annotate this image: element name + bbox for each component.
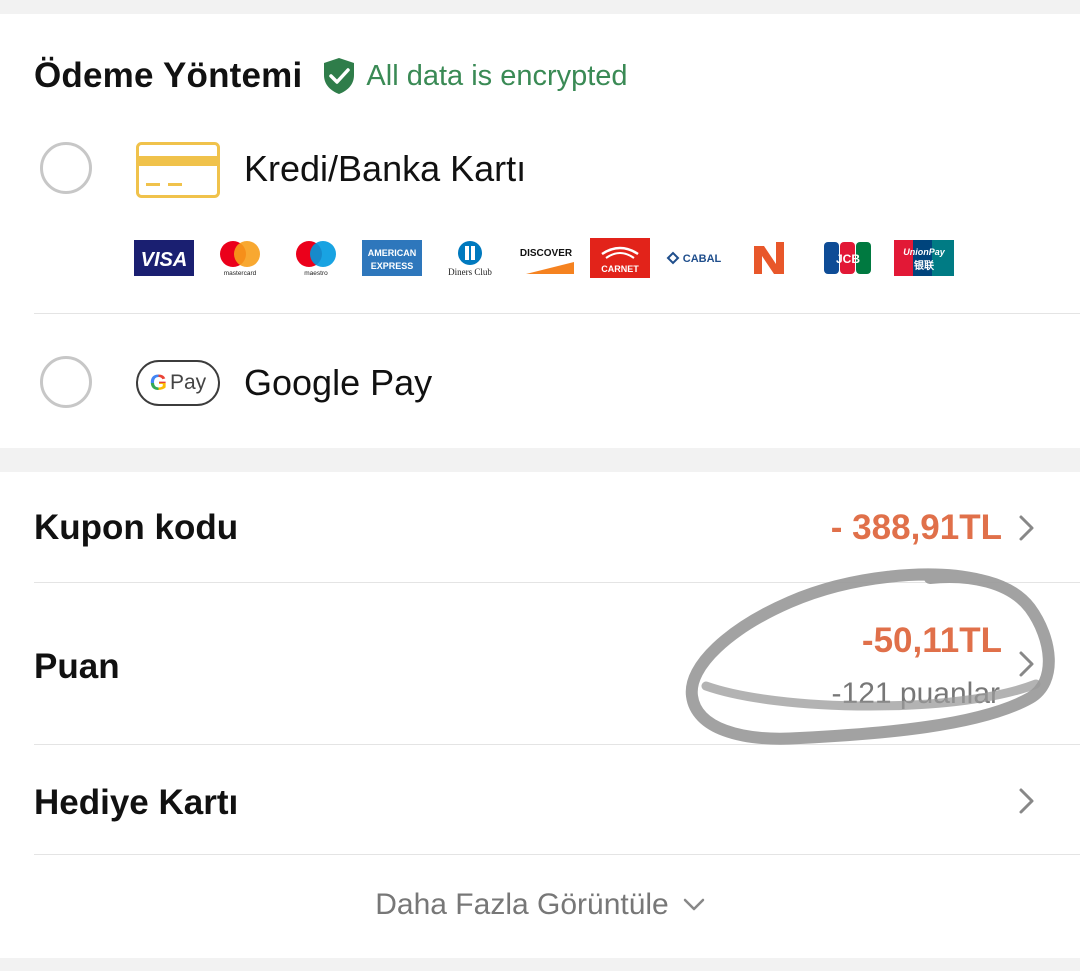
svg-text:银联: 银联 — [914, 259, 934, 272]
coupon-label: Kupon kodu — [34, 508, 239, 547]
points-row[interactable]: Puan -50,11TL -121 puanlar — [0, 583, 1080, 744]
shield-check-icon — [324, 58, 355, 94]
payment-title: Ödeme Yöntemi — [34, 56, 303, 95]
gift-card-row[interactable]: Hediye Kartı — [0, 745, 1080, 855]
mastercard-logo: mastercard — [220, 241, 260, 277]
points-value: -50,11TL — [861, 621, 1002, 660]
coupon-row[interactable]: Kupon kodu - 388,91TL — [0, 472, 1080, 582]
unionpay-logo: UnionPay 银联 — [894, 240, 954, 276]
svg-text:AMERICAN: AMERICAN — [368, 248, 417, 258]
chevron-down-icon — [683, 898, 704, 911]
google-pay-icon: G Pay — [136, 360, 220, 406]
method-label-google-pay[interactable]: Google Pay — [244, 362, 432, 404]
radio-google-pay[interactable] — [40, 356, 92, 408]
discover-logo: DISCOVER — [520, 248, 574, 274]
radio-credit-card[interactable] — [40, 142, 92, 194]
carnet-logo: CARNET — [590, 238, 650, 278]
google-pay-badge-text: Pay — [169, 371, 207, 394]
gift-card-label: Hediye Kartı — [34, 783, 239, 822]
payment-divider — [34, 313, 1080, 314]
chevron-right-icon — [1019, 651, 1034, 677]
mastercard-text: mastercard — [224, 270, 257, 277]
discover-text: DISCOVER — [520, 248, 573, 259]
gift-card-divider — [34, 854, 1080, 855]
diners-text: Diners Club — [448, 267, 492, 277]
visa-logo: VISA — [134, 240, 194, 276]
points-label: Puan — [34, 647, 120, 686]
american-express-logo: AMERICAN EXPRESS — [362, 240, 422, 276]
show-more-button[interactable]: Daha Fazla Görüntüle — [0, 888, 1080, 922]
svg-text:UnionPay: UnionPay — [903, 247, 946, 257]
show-more-label: Daha Fazla Görüntüle — [375, 888, 669, 921]
method-label-credit-card[interactable]: Kredi/Banka Kartı — [244, 148, 526, 190]
credit-card-icon — [136, 142, 220, 198]
svg-text:EXPRESS: EXPRESS — [371, 261, 414, 271]
naranja-logo — [754, 242, 784, 274]
jcb-text: JCB — [836, 252, 860, 266]
visa-text: VISA — [141, 249, 188, 271]
maestro-text: maestro — [304, 270, 328, 277]
diners-club-logo: Diners Club — [448, 241, 492, 277]
card-brand-logos: VISA mastercard maestro AMERICAN EXPRESS… — [134, 230, 974, 286]
points-sub: -121 puanlar — [831, 677, 1000, 710]
chevron-right-icon — [1019, 788, 1034, 814]
payment-header: Ödeme Yöntemi All data is encrypted — [34, 54, 628, 98]
coupon-value: - 388,91TL — [830, 508, 1002, 547]
chevron-right-icon — [1019, 515, 1034, 541]
cabal-text: CABAL — [683, 253, 722, 265]
maestro-logo: maestro — [296, 241, 336, 277]
jcb-logo: JCB — [824, 242, 871, 274]
cabal-logo: CABAL — [666, 251, 722, 265]
google-g-icon: G — [149, 370, 167, 395]
carnet-text: CARNET — [601, 264, 639, 274]
payment-method-section: Ödeme Yöntemi All data is encrypted Kred… — [0, 14, 1080, 448]
encrypted-notice: All data is encrypted — [366, 59, 628, 92]
